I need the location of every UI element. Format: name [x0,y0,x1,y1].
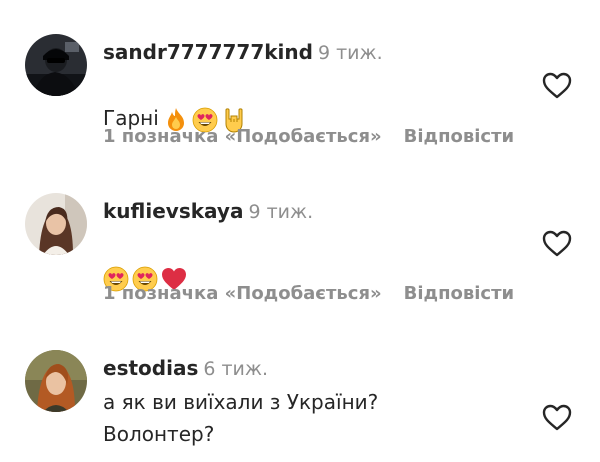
comment-time[interactable]: 9 тиж. [248,201,313,223]
username[interactable]: estodias [103,356,198,380]
username[interactable]: kuflievskaya [103,199,243,223]
likes-count[interactable]: 1 позначка «Подобається» [103,126,382,147]
avatar[interactable] [25,34,87,96]
comment-time[interactable]: 9 тиж. [318,42,383,64]
comment-time[interactable]: 6 тиж. [203,358,268,380]
likes-count[interactable]: 1 позначка «Подобається» [103,283,382,304]
reply-button[interactable]: Відповісти [404,126,515,147]
avatar[interactable] [25,193,87,255]
comment-header: estodias 6 тиж. [103,355,268,383]
heart-outline-icon[interactable] [540,227,574,261]
comment-header: kuflievskaya 9 тиж. [103,198,313,226]
comment-actions: 1 позначка «Подобається» Відповісти [103,125,514,149]
reply-button[interactable]: Відповісти [404,283,515,304]
username[interactable]: sandr7777777kind [103,40,313,64]
heart-outline-icon[interactable] [540,401,574,435]
comment-actions: 1 позначка «Подобається» Відповісти [103,282,514,306]
avatar[interactable] [25,350,87,412]
comment-header: sandr7777777kind 9 тиж. [103,39,383,67]
comment-text: а як ви виїхали з України? Волонтер? [103,390,379,446]
heart-outline-icon[interactable] [540,69,574,103]
